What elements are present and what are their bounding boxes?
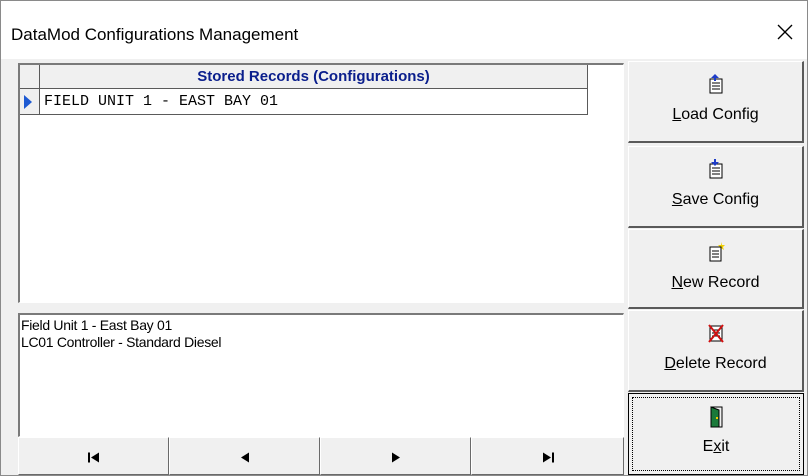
load-config-icon [709,74,722,94]
title-bar: DataMod Configurations Management [1,1,807,59]
delete-record-icon [707,324,724,343]
new-record-button[interactable]: New Record [628,229,804,309]
next-record-icon [391,452,400,463]
close-icon [777,24,793,40]
prior-record-button[interactable] [169,437,320,475]
close-button[interactable] [761,1,807,59]
first-record-icon [87,452,99,463]
record-navigator [18,437,624,475]
load-config-button[interactable]: Load Config [628,61,804,143]
save-config-label: Save Config [671,191,760,208]
row-indicator [20,89,40,115]
window-title: DataMod Configurations Management [11,25,299,44]
current-row-arrow-icon [24,95,32,109]
record-name-cell[interactable]: FIELD UNIT 1 - EAST BAY 01 [40,89,588,115]
first-record-button[interactable] [18,437,169,475]
new-record-icon [709,242,725,262]
next-record-button[interactable] [320,437,471,475]
last-record-button[interactable] [471,437,624,475]
memo-line: LC01 Controller - Standard Diesel [21,334,222,350]
new-record-label: New Record [671,274,760,291]
grid-header: Stored Records (Configurations) [20,65,623,89]
exit-button[interactable]: Exit [628,393,804,475]
save-config-button[interactable]: Save Config [628,146,804,228]
datamod-window: DataMod Configurations Management Stored… [0,0,808,476]
load-config-label: Load Config [672,106,759,123]
prior-record-icon [240,452,249,463]
record-description-memo[interactable]: Field Unit 1 - East Bay 01 LC01 Controll… [18,313,624,437]
records-grid[interactable]: Stored Records (Configurations) FIELD UN… [18,63,624,303]
delete-record-label: Delete Record [664,355,767,372]
column-header-stored-records[interactable]: Stored Records (Configurations) [40,65,588,89]
delete-record-button[interactable]: Delete Record [628,310,804,392]
table-row[interactable]: FIELD UNIT 1 - EAST BAY 01 [20,89,623,115]
save-config-icon [709,159,722,179]
header-indicator-cell [20,65,40,89]
memo-line: Field Unit 1 - East Bay 01 [21,317,172,333]
last-record-icon [542,452,554,463]
exit-label: Exit [702,438,730,455]
exit-door-icon [710,406,723,428]
client-area: Stored Records (Configurations) FIELD UN… [1,59,807,475]
